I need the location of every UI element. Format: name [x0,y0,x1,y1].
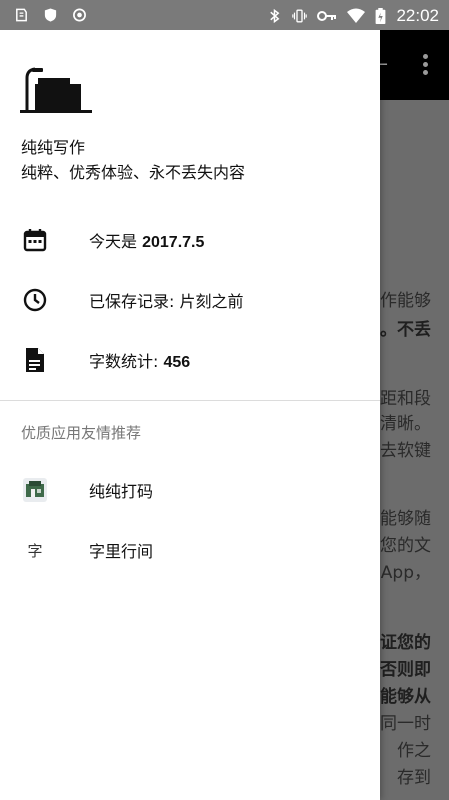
chunchun-daima-app-icon [22,477,48,503]
shield-icon [44,8,57,22]
navigation-drawer: 纯纯写作 纯粹、优秀体验、永不丢失内容 今天是 2017.7.5 已保存记录: … [0,30,380,800]
section-title-recommended: 优质应用友情推荐 [21,424,142,442]
more-options-icon [423,54,429,76]
record-icon [73,8,86,22]
app-icon [16,8,27,22]
menu-label-saved: 已保存记录: 片刻之前 [89,292,244,311]
wifi-icon [347,8,366,23]
menu-label-today: 今天是 2017.7.5 [89,232,205,251]
recommended-app-chunchun-daima[interactable]: 纯纯打码 [0,460,380,520]
app-logo-icon [20,67,92,113]
menu-label-word-count: 字数统计: 456 [89,352,191,371]
recommended-app-label: 纯纯打码 [89,482,154,501]
status-left-icons [14,7,87,23]
recommended-app-label: 字里行间 [89,542,154,561]
battery-charging-icon [376,8,386,24]
key-icon [317,11,337,21]
drawer-divider [0,400,380,401]
status-bar: 22:02 [0,0,449,30]
vibrate-icon [292,9,308,23]
recommended-app-zi-li-hang-jian[interactable]: 字 字里行间 [0,520,380,580]
document-icon [22,347,48,373]
status-time: 22:02 [396,6,439,25]
zi-li-hang-jian-app-icon: 字 [27,541,43,560]
status-right-icons: 22:02 [267,6,439,26]
menu-item-saved[interactable]: 已保存记录: 片刻之前 [0,270,380,330]
calendar-icon [22,227,48,253]
bluetooth-icon [270,8,280,24]
menu-item-today[interactable]: 今天是 2017.7.5 [0,210,380,270]
menu-item-word-count[interactable]: 字数统计: 456 [0,330,380,390]
clock-icon [22,287,48,313]
app-subtitle: 纯粹、优秀体验、永不丢失内容 [21,163,246,182]
app-title: 纯纯写作 [21,138,86,157]
